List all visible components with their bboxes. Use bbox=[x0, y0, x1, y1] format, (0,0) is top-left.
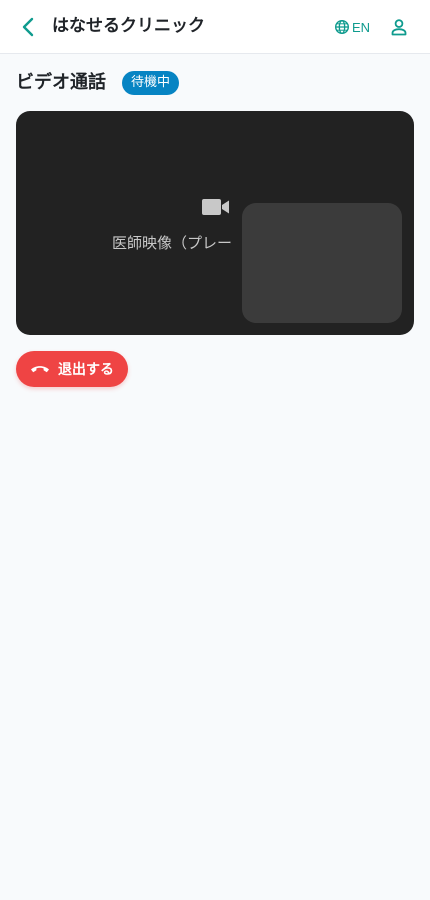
doctor-video-placeholder-text: 医師映像（プレー bbox=[112, 234, 233, 252]
leave-call-label: 退出する bbox=[58, 362, 114, 378]
self-view-preview bbox=[242, 203, 402, 323]
status-badge: 待機中 bbox=[122, 71, 180, 95]
remote-video-area: 医師映像（プレー bbox=[16, 111, 414, 335]
chevron-left-icon bbox=[22, 17, 34, 37]
app-title: はなせるクリニック bbox=[52, 16, 205, 36]
top-app-bar: はなせるクリニック EN bbox=[0, 0, 430, 54]
phone-hangup-icon bbox=[31, 366, 49, 373]
globe-icon bbox=[334, 19, 350, 35]
language-label: EN bbox=[352, 19, 371, 35]
language-toggle-button[interactable]: EN bbox=[334, 17, 370, 37]
account-button[interactable] bbox=[388, 16, 410, 38]
back-button[interactable] bbox=[16, 14, 40, 40]
video-camera-icon bbox=[202, 199, 229, 215]
person-icon bbox=[391, 19, 407, 36]
page-title: ビデオ通話 bbox=[16, 72, 106, 93]
leave-call-button[interactable]: 退出する bbox=[16, 351, 128, 387]
